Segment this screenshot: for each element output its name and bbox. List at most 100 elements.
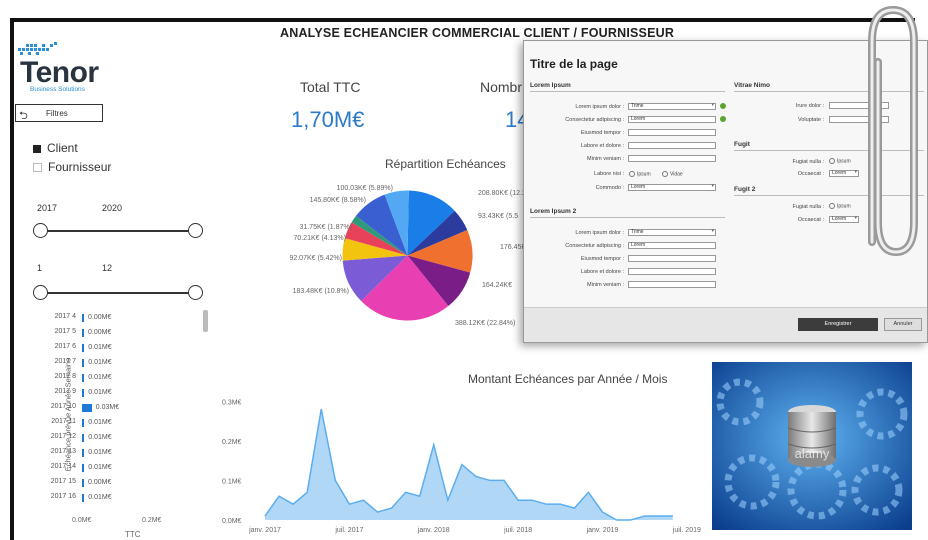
- week-row-value: 0.01M€: [88, 494, 112, 501]
- year-slider-track[interactable]: [40, 230, 195, 232]
- week-row-bar: [82, 404, 92, 412]
- section-divider: [530, 91, 725, 92]
- x-tick-label: juil. 2018: [503, 527, 532, 534]
- right-field-label: Voluptate :: [798, 117, 824, 123]
- right-field-label: Irure dolor :: [795, 103, 824, 109]
- week-row-bar: [82, 314, 84, 322]
- form-input[interactable]: [628, 255, 716, 262]
- form-field-label: Lorem ipsum dolor :: [575, 230, 624, 236]
- week-row-value: 0.00M€: [88, 329, 112, 336]
- month-slider-handle-end[interactable]: [188, 285, 203, 300]
- week-row-value: 0.00M€: [88, 479, 112, 486]
- empty-square-icon: [33, 163, 42, 173]
- week-row-label: 2017 13: [50, 448, 76, 455]
- form-input[interactable]: [628, 142, 716, 149]
- pie-data-label: 100.03K€ (5.89%): [336, 185, 393, 192]
- weekly-scrollbar[interactable]: [203, 310, 208, 332]
- week-row-value: 0.00M€: [88, 314, 112, 321]
- week-row-label: 2017 6: [54, 343, 76, 350]
- radio-vidae[interactable]: Vidae: [662, 171, 683, 177]
- year-slider-to: 2020: [102, 203, 123, 213]
- month-slider-to: 12: [102, 263, 113, 273]
- database-gears-image: alamy: [712, 362, 912, 530]
- kpi-count-label: Nombr: [480, 79, 523, 95]
- pie-data-label: 92.07K€ (5.42%): [289, 255, 342, 262]
- logo: Tenor: [20, 56, 99, 89]
- radio-icon: [829, 203, 835, 209]
- form-input[interactable]: [628, 268, 716, 275]
- dialog-right-section: Vitrae Nimo: [734, 82, 771, 89]
- pie-data-label: 70.21K€ (4.13%): [293, 235, 346, 242]
- dialog-fugit-section: Fugit: [734, 141, 750, 148]
- y-tick-label: 0.2M€: [222, 439, 242, 446]
- legend-fournisseur[interactable]: Fournisseur: [33, 160, 111, 174]
- commodo-select[interactable]: Lorem: [628, 184, 716, 191]
- filters-button-label: Filtres: [46, 109, 68, 118]
- form-input[interactable]: Lorem: [628, 242, 716, 249]
- form-input[interactable]: Lorem: [628, 116, 716, 123]
- month-slider-track[interactable]: [40, 292, 195, 294]
- weekly-x-label: TTC: [125, 530, 141, 539]
- month-slider-handle-start[interactable]: [33, 285, 48, 300]
- dialog-fugit2-section: Fugit 2: [734, 186, 756, 193]
- occaecat2-select[interactable]: Lorem: [829, 216, 859, 223]
- week-row-label: 2017 9: [54, 388, 76, 395]
- week-row-label: 2017 11: [51, 418, 76, 425]
- week-row-bar: [82, 449, 85, 457]
- week-row-bar: [82, 479, 84, 487]
- form-select[interactable]: Trime: [628, 229, 716, 236]
- year-slider-handle-end[interactable]: [188, 223, 203, 238]
- x-tick-label: janv. 2018: [417, 527, 450, 534]
- week-row-label: 2017 7: [54, 358, 76, 365]
- dashboard-frame-top: [10, 18, 915, 22]
- fugit2-radio[interactable]: Ipsum: [829, 203, 851, 209]
- dialog-title: Titre de la page: [530, 57, 618, 71]
- weekly-x-tick: 0.0M€: [72, 517, 92, 524]
- month-slider-from: 1: [37, 263, 43, 273]
- dialog-section-2: Lorem Ipsum 2: [530, 208, 577, 215]
- occaecat-select[interactable]: Lorem: [829, 170, 859, 177]
- line-chart-title: Montant Echéances par Année / Mois: [468, 372, 668, 386]
- week-row-bar: [82, 434, 85, 442]
- week-row-value: 0.01M€: [88, 344, 112, 351]
- form-input[interactable]: [628, 155, 716, 162]
- filters-button[interactable]: ⮌ Filtres: [15, 104, 103, 122]
- y-tick-label: 0.0M€: [222, 518, 242, 525]
- year-slider-from: 2017: [37, 203, 58, 213]
- week-row-value: 0.01M€: [88, 434, 112, 441]
- pie-data-label: 31.75K€ (1.87%): [299, 224, 352, 231]
- week-row-bar: [82, 419, 85, 427]
- week-row-label: 2017 16: [50, 493, 76, 500]
- cancel-button[interactable]: Annuler: [884, 318, 922, 331]
- weekly-x-tick: 0.2M€: [142, 517, 162, 524]
- week-row-value: 0.01M€: [88, 359, 112, 366]
- form-field-label: Eiusmod tempor :: [580, 130, 624, 136]
- fugit-field-label: Occaecat :: [797, 171, 824, 177]
- x-tick-label: janv. 2019: [586, 527, 619, 534]
- kpi-total-label: Total TTC: [300, 79, 361, 95]
- line-chart: 0.0M€ 0.1M€ 0.2M€ 0.3M€ janv. 2017 juil. 2017…: [222, 399, 701, 534]
- fugit2-field-label: Fugiat nulla :: [792, 204, 825, 210]
- week-row-value: 0.01M€: [88, 389, 112, 396]
- pie-data-label: 388.12K€ (22.84%): [455, 320, 516, 327]
- section-divider: [530, 217, 725, 218]
- fugit-radio[interactable]: Ipsum: [829, 158, 851, 164]
- week-row-value: 0.01M€: [88, 464, 112, 471]
- form-select[interactable]: Trime: [628, 103, 716, 110]
- year-slider-handle-start[interactable]: [33, 223, 48, 238]
- legend-client[interactable]: Client: [33, 141, 78, 155]
- save-button[interactable]: Enregistrer: [798, 318, 878, 331]
- week-row-value: 0.01M€: [88, 419, 112, 426]
- form-input[interactable]: [628, 281, 716, 288]
- form-field-label: Eiusmod tempor :: [580, 256, 624, 262]
- fugit-field-label: Fugiat nulla :: [792, 159, 825, 165]
- radio-ipsum[interactable]: Ipsum: [629, 171, 651, 177]
- week-row-bar: [82, 359, 85, 367]
- week-row-value: 0.01M€: [88, 449, 112, 456]
- form-input[interactable]: [628, 129, 716, 136]
- x-tick-label: janv. 2017: [248, 527, 281, 534]
- area-fill: [265, 409, 673, 520]
- pie-data-label: 183.48K€ (10.8%): [292, 288, 349, 295]
- pie-data-label: 145.80K€ (8.58%): [309, 197, 366, 204]
- week-row-label: 2017 15: [50, 478, 76, 485]
